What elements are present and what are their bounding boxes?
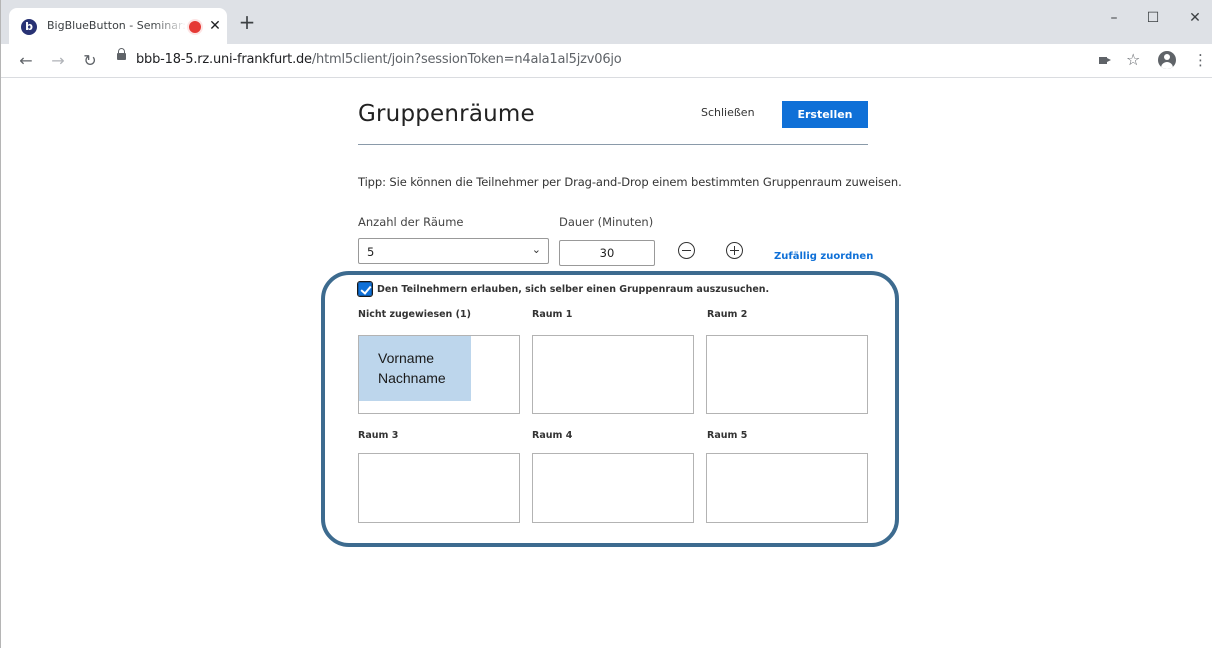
bookmark-star-icon[interactable]: ☆ (1126, 50, 1140, 69)
random-assign-link[interactable]: Zufällig zuordnen (774, 251, 873, 262)
rooms-count-select[interactable]: 5 ⌄ (358, 238, 549, 264)
browser-window: b BigBlueButton - Seminar: Pro ✕ + – ☐ ✕… (0, 0, 1212, 648)
decrease-duration-icon[interactable] (678, 242, 695, 259)
forward-icon[interactable]: → (47, 50, 69, 72)
room-label-5: Raum 5 (707, 430, 748, 441)
participant-card[interactable]: Vorname Nachname (359, 336, 471, 401)
chevron-down-icon: ⌄ (531, 243, 541, 256)
room-label-4: Raum 4 (532, 430, 573, 441)
tip-text: Tipp: Sie können die Teilnehmer per Drag… (358, 175, 902, 189)
menu-icon[interactable]: ⋮ (1193, 51, 1208, 69)
minimize-button[interactable]: – (1099, 8, 1129, 28)
increase-duration-icon[interactable] (726, 242, 743, 259)
tab-title: BigBlueButton - Seminar: Pro (47, 19, 187, 32)
header-divider (358, 144, 868, 145)
duration-input[interactable]: 30 (559, 240, 655, 266)
duration-label: Dauer (Minuten) (559, 215, 654, 229)
room-label-unassigned: Nicht zugewiesen (1) (358, 309, 471, 320)
participant-first-name: Vorname (378, 350, 435, 366)
maximize-button[interactable]: ☐ (1138, 8, 1168, 28)
room-label-3: Raum 3 (358, 430, 399, 441)
url-path: /html5client/join?sessionToken=n4ala1al5… (311, 52, 622, 67)
participant-last-name: Nachname (378, 370, 446, 386)
room-label-2: Raum 2 (707, 309, 748, 320)
new-tab-button[interactable]: + (237, 12, 257, 33)
page-title: Gruppenräume (358, 101, 535, 127)
rooms-count-value: 5 (367, 245, 375, 259)
url-host: bbb-18-5.rz.uni-frankfurt.de (136, 52, 312, 67)
room-label-1: Raum 1 (532, 309, 573, 320)
room-dropzone-3[interactable] (358, 453, 520, 523)
back-icon[interactable]: ← (15, 50, 37, 72)
close-button[interactable]: Schließen (701, 106, 755, 119)
address-bar[interactable]: bbb-18-5.rz.uni-frankfurt.de/html5client… (136, 52, 622, 67)
room-dropzone-1[interactable] (532, 335, 694, 414)
room-dropzone-4[interactable] (532, 453, 694, 523)
lock-icon[interactable] (117, 48, 126, 60)
room-dropzone-2[interactable] (706, 335, 868, 414)
allow-choose-checkbox[interactable] (357, 281, 373, 297)
tab-strip: b BigBlueButton - Seminar: Pro ✕ + – ☐ ✕ (1, 0, 1212, 44)
create-button[interactable]: Erstellen (782, 101, 868, 128)
camera-icon[interactable] (1099, 57, 1111, 64)
room-dropzone-5[interactable] (706, 453, 868, 523)
recording-indicator-icon (189, 21, 201, 33)
bigbluebutton-favicon-icon: b (21, 19, 37, 35)
account-icon[interactable] (1158, 51, 1176, 69)
allow-choose-label: Den Teilnehmern erlauben, sich selber ei… (377, 284, 770, 295)
rooms-count-label: Anzahl der Räume (358, 215, 464, 229)
tab-close-icon[interactable]: ✕ (207, 17, 223, 35)
reload-icon[interactable]: ↻ (79, 50, 101, 72)
browser-tab[interactable]: b BigBlueButton - Seminar: Pro ✕ (9, 8, 227, 44)
close-window-button[interactable]: ✕ (1180, 8, 1210, 28)
